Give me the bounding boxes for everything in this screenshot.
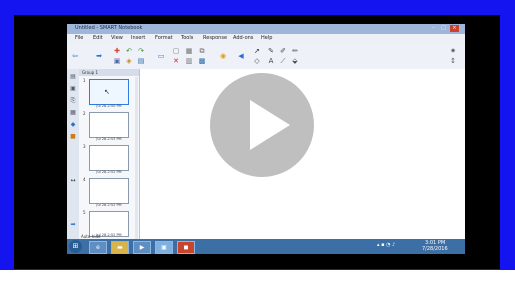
menu-bar: File Edit View Insert Format Tools Respo… bbox=[67, 34, 465, 43]
side-tab-strip: ▤ ▣ ⎘ ▦ ◆ ■ ↔ ➡ bbox=[67, 69, 79, 239]
presentation-task[interactable]: ◼ bbox=[177, 241, 195, 254]
menu-view[interactable]: View bbox=[111, 35, 123, 41]
minimize-button[interactable]: – bbox=[429, 25, 438, 32]
menu-help[interactable]: Help bbox=[261, 35, 272, 41]
line-icon[interactable]: ⟋ bbox=[279, 57, 287, 65]
page-thumbnail[interactable] bbox=[89, 112, 129, 138]
title-bar: Untitled - SMART Notebook – □ × bbox=[67, 24, 465, 34]
document-camera-icon[interactable]: ▩ bbox=[198, 57, 206, 65]
response-icon[interactable]: ◉ bbox=[219, 52, 227, 60]
back-arrow-icon[interactable]: ⇦ bbox=[71, 52, 79, 60]
select-pointer-icon[interactable]: ➚ bbox=[253, 47, 261, 55]
fill-icon[interactable]: ⬙ bbox=[291, 57, 299, 65]
menu-insert[interactable]: Insert bbox=[131, 35, 145, 41]
capture-icon[interactable]: ⧉ bbox=[198, 47, 206, 55]
menu-file[interactable]: File bbox=[75, 35, 83, 41]
attachment-icon[interactable]: ◈ bbox=[125, 57, 133, 65]
screen-shade-icon[interactable]: ▭ bbox=[157, 52, 165, 60]
maximize-button[interactable]: □ bbox=[439, 25, 448, 32]
file-explorer-task[interactable]: ▬ bbox=[111, 241, 129, 254]
sorter-group-header[interactable]: Group 1 bbox=[79, 69, 139, 76]
share-icon[interactable]: ◀ bbox=[237, 52, 245, 60]
response-tab-icon[interactable]: ■ bbox=[69, 133, 77, 141]
toolbar: ⇦ ➡ ✚ ↶ ↷ ▣ ◈ ▤ ▭ ▢ ✕ ▦ ▥ ⧉ ▩ ◉ ◀ ➚ ✎ ✐ … bbox=[67, 43, 465, 70]
page-time: Jul 28-2:52 PM bbox=[96, 203, 122, 207]
page-time: Jul 28-2:50 PM bbox=[96, 104, 122, 108]
properties-tab-icon[interactable]: ▦ bbox=[69, 109, 77, 117]
menu-response[interactable]: Response bbox=[203, 35, 227, 41]
windows-taskbar: ⊞ e ▬ ▶ ▣ ◼ ▴ ▪ ◔ ♪ 3:01 PM 7/28/2016 bbox=[67, 239, 465, 254]
page-number: 2 bbox=[83, 111, 86, 116]
internet-explorer-task[interactable]: e bbox=[89, 241, 107, 254]
page-thumbnail[interactable] bbox=[89, 145, 129, 171]
menu-format[interactable]: Format bbox=[155, 35, 173, 41]
page-thumbnail[interactable]: ↖ bbox=[89, 79, 129, 105]
eraser-icon[interactable]: ✏ bbox=[291, 47, 299, 55]
smart-notebook-task[interactable]: ▣ bbox=[155, 241, 173, 254]
gallery-icon[interactable]: ▣ bbox=[113, 57, 121, 65]
redo-icon[interactable]: ↷ bbox=[137, 47, 145, 55]
display-icon[interactable]: ▦ bbox=[185, 47, 193, 55]
attachments-tab-icon[interactable]: ⎘ bbox=[69, 97, 77, 105]
page-sorter-panel: Group 1 1 ↖ Jul 28-2:50 PM 2 Jul 28-2:53… bbox=[79, 69, 140, 239]
media-player-task[interactable]: ▶ bbox=[133, 241, 151, 254]
page-sorter-icon[interactable]: ▤ bbox=[69, 73, 77, 81]
cursor-icon: ↖ bbox=[104, 88, 110, 96]
close-button[interactable]: × bbox=[450, 25, 459, 32]
sorter-scrollbar[interactable] bbox=[135, 77, 138, 239]
toolbar-move-icon[interactable]: ↕ bbox=[449, 57, 457, 65]
page-number: 1 bbox=[83, 78, 86, 83]
paste-icon[interactable]: ▢ bbox=[172, 47, 180, 55]
pen-icon[interactable]: ✎ bbox=[267, 47, 275, 55]
add-page-icon[interactable]: ✚ bbox=[113, 47, 121, 55]
addons-tab-icon[interactable]: ◆ bbox=[69, 121, 77, 129]
clock-date: 7/28/2016 bbox=[422, 246, 448, 252]
play-icon bbox=[250, 100, 290, 150]
page-number: 5 bbox=[83, 210, 86, 215]
save-icon[interactable]: ▤ bbox=[137, 57, 145, 65]
page-number: 3 bbox=[83, 144, 86, 149]
group-label: Group 1 bbox=[82, 70, 98, 75]
undo-icon[interactable]: ↶ bbox=[125, 47, 133, 55]
menu-edit[interactable]: Edit bbox=[93, 35, 103, 41]
shapes-icon[interactable]: ◇ bbox=[253, 57, 261, 65]
double-arrow-icon[interactable]: ↔ bbox=[69, 177, 77, 185]
start-button[interactable]: ⊞ bbox=[69, 240, 82, 253]
settings-gear-icon[interactable]: ✷ bbox=[449, 47, 457, 55]
page-thumbnail[interactable] bbox=[89, 178, 129, 204]
page-time: Jul 28-2:53 PM bbox=[96, 137, 122, 141]
menu-tools[interactable]: Tools bbox=[181, 35, 193, 41]
forward-arrow-icon[interactable]: ➡ bbox=[95, 52, 103, 60]
table-icon[interactable]: ▥ bbox=[185, 57, 193, 65]
page-time: Jul 28-2:52 PM bbox=[96, 170, 122, 174]
creative-pen-icon[interactable]: ✐ bbox=[279, 47, 287, 55]
window-title: Untitled - SMART Notebook bbox=[75, 25, 143, 31]
menu-addons[interactable]: Add-ons bbox=[233, 35, 253, 41]
delete-icon[interactable]: ✕ bbox=[172, 57, 180, 65]
gallery-tab-icon[interactable]: ▣ bbox=[69, 85, 77, 93]
page-number: 4 bbox=[83, 177, 86, 182]
panel-side-arrow-icon[interactable]: ➡ bbox=[69, 221, 77, 229]
system-tray-icons[interactable]: ▴ ▪ ◔ ♪ bbox=[377, 242, 395, 248]
text-icon[interactable]: A bbox=[267, 57, 275, 65]
play-button[interactable] bbox=[210, 73, 314, 177]
